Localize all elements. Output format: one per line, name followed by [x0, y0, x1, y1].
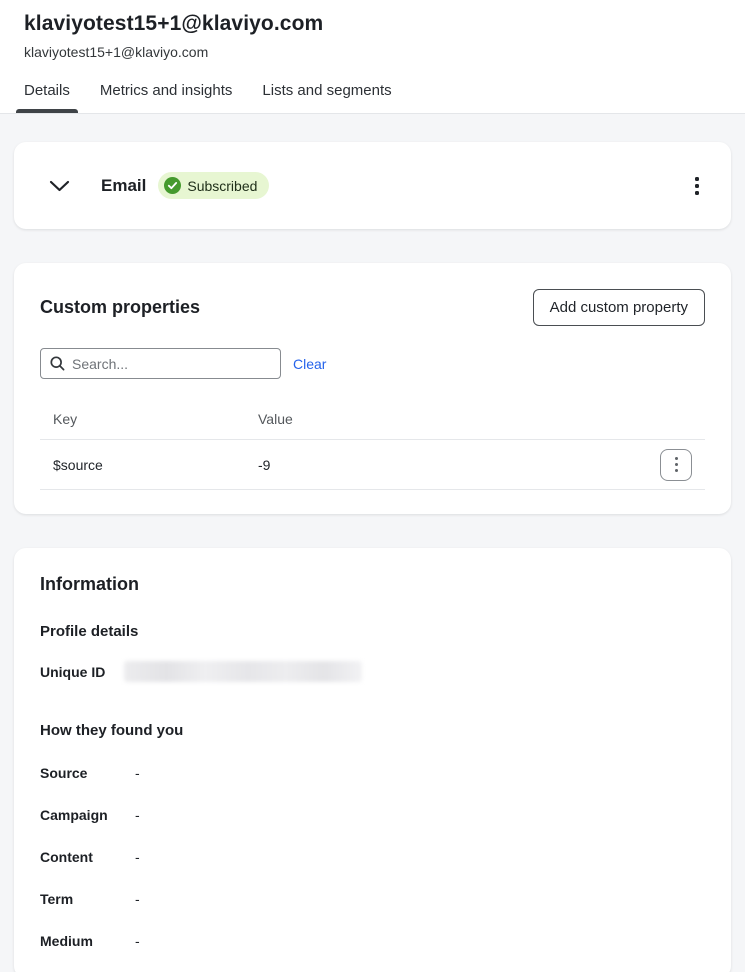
table-header-row: Key Value [40, 403, 705, 440]
medium-label: Medium [40, 933, 135, 949]
property-row-menu-button[interactable] [660, 449, 692, 481]
add-custom-property-button[interactable]: Add custom property [533, 289, 705, 326]
information-title: Information [40, 574, 705, 595]
page-header: klaviyotest15+1@klaviyo.com klaviyotest1… [0, 0, 745, 114]
profile-details-heading: Profile details [40, 623, 705, 640]
page-subtitle: klaviyotest15+1@klaviyo.com [24, 44, 721, 60]
chevron-down-icon [49, 180, 70, 192]
property-key: $source [40, 457, 258, 473]
term-value: - [135, 891, 140, 907]
profile-details-section: Profile details Unique ID [40, 623, 705, 682]
check-circle-icon [164, 177, 181, 194]
custom-properties-table: Key Value $source -9 [40, 403, 705, 490]
content-value: - [135, 849, 140, 865]
campaign-value: - [135, 807, 140, 823]
tab-metrics-and-insights[interactable]: Metrics and insights [100, 82, 233, 113]
information-card: Information Profile details Unique ID Ho… [14, 548, 731, 972]
status-badge-label: Subscribed [187, 178, 257, 194]
tab-lists-and-segments[interactable]: Lists and segments [262, 82, 391, 113]
content-label: Content [40, 849, 135, 865]
channel-title: Email [101, 176, 146, 196]
unique-id-label: Unique ID [40, 664, 124, 680]
expand-email-section-button[interactable] [42, 169, 76, 203]
column-header-key: Key [40, 411, 258, 427]
search-input[interactable] [72, 356, 272, 372]
source-label: Source [40, 765, 135, 781]
table-row: $source -9 [40, 440, 705, 490]
column-header-value: Value [258, 411, 705, 427]
clear-search-link[interactable]: Clear [293, 356, 326, 372]
email-card-menu-button[interactable] [687, 171, 707, 201]
page-content: Email Subscribed Custom properties Add c… [0, 114, 745, 972]
status-badge: Subscribed [158, 172, 269, 199]
page-title: klaviyotest15+1@klaviyo.com [24, 12, 721, 36]
custom-properties-card: Custom properties Add custom property Cl… [14, 263, 731, 514]
search-icon [50, 356, 65, 371]
campaign-label: Campaign [40, 807, 135, 823]
term-label: Term [40, 891, 135, 907]
email-channel-card: Email Subscribed [14, 142, 731, 229]
kebab-menu-icon [675, 457, 678, 472]
custom-properties-title: Custom properties [40, 297, 200, 318]
medium-value: - [135, 933, 140, 949]
tab-bar: Details Metrics and insights Lists and s… [24, 82, 721, 113]
how-they-found-you-section: How they found you Source - Campaign - C… [40, 722, 705, 949]
search-box [40, 348, 281, 379]
property-value: -9 [258, 457, 660, 473]
source-value: - [135, 765, 140, 781]
tab-details[interactable]: Details [24, 82, 70, 113]
kebab-menu-icon [695, 177, 699, 195]
how-they-found-you-heading: How they found you [40, 722, 705, 739]
unique-id-redacted-value [124, 661, 362, 682]
